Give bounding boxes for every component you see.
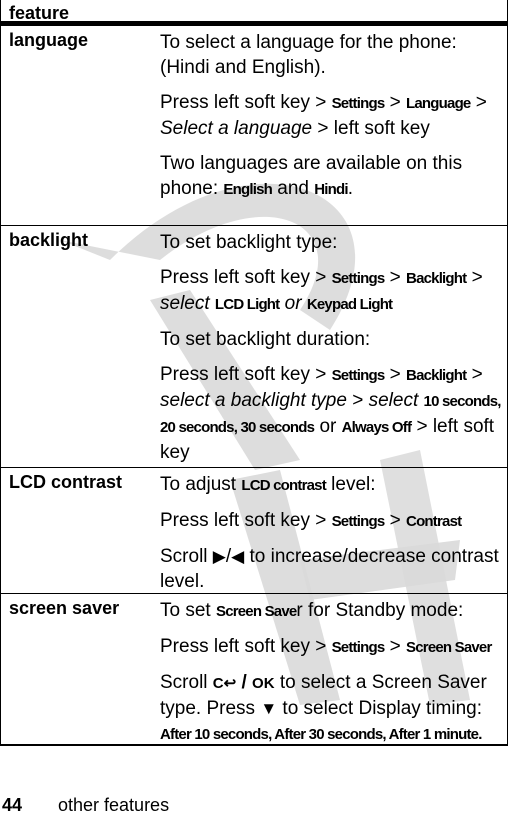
feature-name: LCD contrast bbox=[9, 472, 123, 492]
page-number: 44 bbox=[2, 795, 23, 815]
contrast-scroll: Scroll ▶/◀ to increase/decrease contrast… bbox=[160, 546, 499, 592]
feature-description: To select a language for the phone: (Hin… bbox=[152, 26, 507, 225]
feature-name: language bbox=[9, 30, 89, 50]
nav-left-icon: ◀ bbox=[231, 547, 245, 566]
feature-table: feature language To select a language fo… bbox=[0, 0, 508, 746]
nav-right-icon: ▶ bbox=[212, 547, 226, 566]
contrast-intro: To adjust LCD contrast level: bbox=[160, 474, 376, 495]
table-row-backlight: backlight To set backlight type: Press l… bbox=[1, 226, 507, 468]
table-header: feature bbox=[1, 0, 507, 26]
backlight-duration-path: Press left soft key > Settings > Backlig… bbox=[160, 364, 502, 463]
section-title: other features bbox=[58, 795, 170, 815]
clear-back-key-icon: C↩ bbox=[212, 675, 237, 692]
language-note: Two languages are available on this phon… bbox=[160, 153, 463, 199]
menu-key-language: Language bbox=[406, 95, 471, 112]
feature-name: backlight bbox=[9, 230, 89, 250]
screensaver-scroll: Scroll C↩ / OK to select a Screen Saver … bbox=[160, 672, 487, 743]
feature-description: To set Screen Saver for Standby mode: Pr… bbox=[152, 594, 507, 744]
feature-description: To set backlight type: Press left soft k… bbox=[152, 226, 507, 467]
screensaver-intro: To set Screen Saver for Standby mode: bbox=[160, 600, 464, 621]
table-row-language: language To select a language for the ph… bbox=[1, 26, 507, 226]
backlight-type-path: Press left soft key > Settings > Backlig… bbox=[160, 267, 483, 314]
table-row-lcd-contrast: LCD contrast To adjust LCD contrast leve… bbox=[1, 468, 507, 594]
screensaver-path: Press left soft key > Settings > Screen … bbox=[160, 636, 492, 657]
language-intro: To select a language for the phone: (Hin… bbox=[160, 32, 457, 78]
feature-description: To adjust LCD contrast level: Press left… bbox=[152, 468, 507, 593]
contrast-path: Press left soft key > Settings > Contras… bbox=[160, 510, 462, 531]
nav-down-icon: ▼ bbox=[260, 699, 278, 718]
language-path: Press left soft key > Settings > Languag… bbox=[160, 92, 487, 139]
feature-name: screen saver bbox=[9, 598, 120, 618]
table-row-screen-saver: screen saver To set Screen Saver for Sta… bbox=[1, 594, 507, 744]
ok-key-icon: OK bbox=[252, 675, 275, 692]
backlight-duration-intro: To set backlight duration: bbox=[160, 329, 371, 350]
backlight-type-intro: To set backlight type: bbox=[160, 232, 338, 253]
menu-key-settings: Settings bbox=[331, 95, 386, 112]
